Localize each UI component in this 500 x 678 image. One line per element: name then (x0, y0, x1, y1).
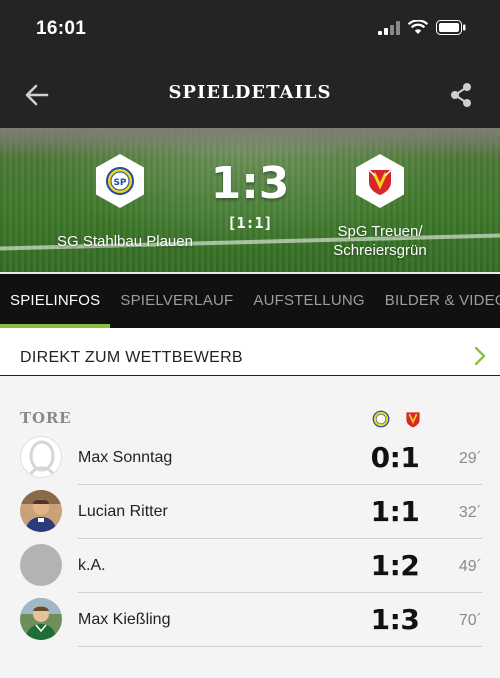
nav-bar: SPIELDETAILS (0, 62, 500, 128)
away-team-logo[interactable] (356, 154, 404, 208)
away-team-name-line2: Schreiersgrün (333, 242, 427, 259)
goal-score: 1:3 (370, 603, 420, 636)
goal-score: 1:2 (370, 549, 420, 582)
player-avatar (20, 598, 62, 640)
away-team-name-line1: SpG Treuen/ (337, 223, 423, 240)
player-photo-icon (20, 490, 62, 532)
player-avatar (20, 436, 62, 478)
goal-player-name: k.A. (78, 557, 106, 574)
tab-spielverlauf[interactable]: SPIELVERLAUF (110, 274, 243, 328)
halftime-score: [1:1] (227, 214, 273, 232)
svg-text:SP: SP (113, 178, 126, 188)
goal-row[interactable]: Max Kießling 1:3 70´ (20, 593, 482, 647)
competition-link-label: DIREKT ZUM WETTBEWERB (20, 349, 243, 366)
tab-aufstellung[interactable]: AUFSTELLUNG (243, 274, 374, 328)
final-score: 1:3 (210, 158, 290, 209)
away-team-name[interactable]: SpG Treuen/ Schreiersgrün (300, 222, 460, 260)
goal-score: 0:1 (370, 441, 420, 474)
treuen-crest-icon (368, 169, 392, 195)
tab-spielinfos[interactable]: SPIELINFOS (0, 274, 111, 328)
stahlbau-crest-icon: SP (106, 167, 134, 195)
status-bar: 16:01 (0, 0, 500, 62)
status-icons (378, 20, 466, 35)
row-divider (78, 646, 482, 647)
player-avatar (20, 544, 62, 586)
player-photo-icon (20, 598, 62, 640)
tab-bilder-videos[interactable]: BILDER & VIDEOS (375, 274, 500, 328)
battery-icon (436, 20, 466, 35)
player-avatar (20, 490, 62, 532)
goal-minute: 70´ (458, 612, 482, 629)
away-team-mini-logo (403, 409, 423, 429)
goal-minute: 49´ (458, 558, 482, 575)
home-team-logo[interactable]: SP (96, 154, 144, 208)
treuen-crest-icon (406, 412, 420, 428)
signal-icon (378, 20, 400, 35)
page-title: SPIELDETAILS (168, 82, 332, 103)
goal-minute: 29´ (458, 450, 482, 467)
goal-score: 1:1 (370, 495, 420, 528)
home-team-mini-logo (371, 409, 391, 429)
placeholder-silhouette-icon (28, 440, 56, 477)
goal-minute: 32´ (458, 504, 482, 521)
share-button[interactable] (446, 80, 476, 110)
status-time: 16:01 (36, 18, 87, 39)
stahlbau-crest-icon (372, 410, 390, 428)
goals-title: TORE (20, 409, 72, 427)
share-icon (451, 83, 471, 107)
goal-row[interactable]: k.A. 1:2 49´ (20, 539, 482, 593)
competition-link[interactable]: DIREKT ZUM WETTBEWERB (0, 328, 500, 376)
goals-section: TORE Max Sonntag 0:1 29´ Lucian Ritter 1… (0, 377, 500, 678)
goal-row[interactable]: Lucian Ritter 1:1 32´ (20, 485, 482, 539)
goal-player-name: Lucian Ritter (78, 503, 168, 520)
chevron-right-icon (474, 346, 486, 372)
goal-row[interactable]: Max Sonntag 0:1 29´ (20, 431, 482, 485)
wifi-icon (408, 20, 428, 34)
home-team-name[interactable]: SG Stahlbau Plauen (40, 232, 210, 251)
tab-bar: SPIELINFOS SPIELVERLAUF AUFSTELLUNG BILD… (0, 272, 500, 328)
goal-player-name: Max Kießling (78, 611, 171, 628)
goal-player-name: Max Sonntag (78, 449, 173, 466)
match-header: SP SG Stahlbau Plauen 1:3 [1:1] SpG Treu… (0, 128, 500, 272)
